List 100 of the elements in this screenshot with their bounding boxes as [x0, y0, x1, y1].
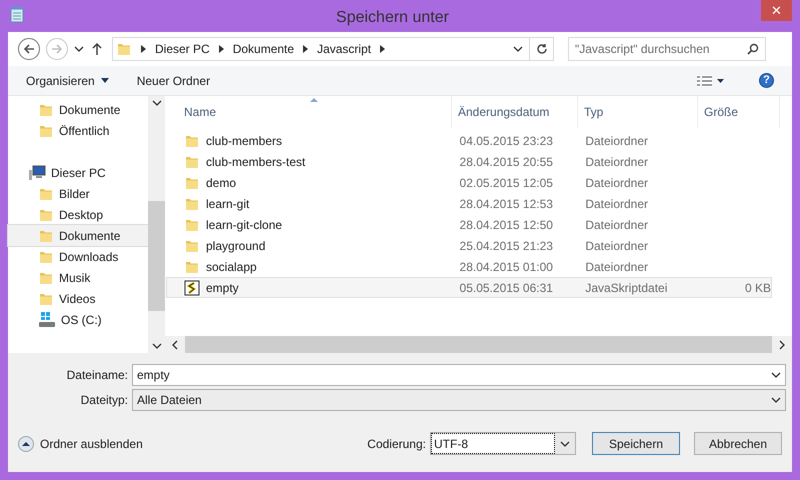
file-row[interactable]: playground 25.04.2015 21:23 Dateiordner — [166, 235, 772, 256]
file-type: Dateiordner — [584, 216, 650, 234]
file-type: Dateiordner — [584, 238, 650, 254]
caret-icon — [100, 78, 109, 83]
sidebar-label: Videos — [59, 290, 96, 308]
refresh-icon[interactable] — [536, 43, 548, 55]
sidebar-label: Dokumente — [59, 228, 120, 244]
back-button[interactable] — [18, 38, 40, 60]
right-arrow-icon — [51, 44, 63, 54]
sidebar-item[interactable]: OS (C:) — [8, 309, 148, 330]
file-type: JavaSkriptdatei — [584, 280, 668, 296]
filename-value: empty — [137, 366, 171, 384]
file-row[interactable]: club-members-test 28.04.2015 20:55 Dateiordner — [166, 151, 772, 172]
filetype-label: Dateityp: — [80, 392, 129, 408]
filename-field[interactable]: empty — [132, 364, 786, 386]
file-row[interactable]: learn-git 28.04.2015 12:53 Dateiordner — [166, 193, 772, 214]
file-type: Dateiordner — [584, 258, 650, 276]
search-field[interactable]: "Javascript" durchsuchen — [568, 37, 766, 61]
scroll-right-icon — [779, 340, 785, 350]
sidebar-label: Musik — [59, 270, 90, 286]
sidebar-item[interactable]: Desktop — [8, 204, 148, 225]
dropdown-caret-icon — [771, 396, 781, 402]
sidebar-label: Dokumente — [59, 102, 120, 118]
save-button[interactable]: Speichern — [592, 432, 680, 455]
breadcrumb-item[interactable]: Javascript — [317, 40, 372, 58]
scroll-left-icon — [172, 340, 178, 350]
file-name: learn-git-clone — [206, 216, 282, 234]
file-name: club-members-test — [206, 154, 306, 170]
breadcrumb-item[interactable]: Dokumente — [232, 40, 294, 58]
file-row[interactable]: demo 02.05.2015 12:05 Dateiordner — [166, 172, 772, 193]
modified-date: 02.05.2015 12:05 — [458, 174, 554, 192]
recent-locations-icon — [74, 46, 84, 52]
address-history-icon — [513, 46, 523, 52]
hide-folders-button[interactable]: Ordner ausblenden — [18, 434, 143, 452]
script-file-icon — [184, 280, 200, 296]
horizontal-scrollbar[interactable] — [165, 336, 792, 353]
breadcrumb-arrow-icon — [141, 45, 146, 53]
file-type: Dateiordner — [584, 154, 650, 170]
sidebar-item[interactable]: Dokumente — [8, 225, 148, 246]
sidebar-item[interactable]: Bilder — [8, 183, 148, 204]
sidebar-label: Downloads — [59, 248, 118, 266]
sidebar-item[interactable]: Dokumente — [8, 99, 148, 120]
drive-icon — [38, 312, 56, 328]
organize-button[interactable]: Organisieren — [26, 72, 109, 90]
modified-date: 04.05.2015 23:23 — [458, 132, 554, 150]
sort-ascending-icon — [310, 98, 318, 102]
modified-date: 05.05.2015 06:31 — [458, 280, 554, 296]
search-icon — [747, 43, 759, 55]
file-size: 0 KB — [744, 280, 771, 294]
breadcrumb-item[interactable]: Dieser PC — [155, 40, 210, 58]
vertical-scrollbar[interactable] — [148, 96, 165, 353]
file-name: club-members — [206, 132, 282, 150]
column-header[interactable]: Typ — [578, 96, 698, 128]
modified-date: 28.04.2015 01:00 — [458, 258, 554, 276]
sidebar-item[interactable]: Videos — [8, 288, 148, 309]
filetype-dropdown[interactable]: Alle Dateien — [132, 388, 786, 410]
address-bar[interactable]: Dieser PC Dokumente Javascript — [112, 37, 554, 61]
cancel-button[interactable]: Abbrechen — [694, 432, 782, 455]
column-header[interactable]: Änderungsdatum — [452, 96, 578, 128]
close-button[interactable]: ✕ — [761, 0, 792, 21]
view-options-icon[interactable] — [697, 76, 725, 86]
sidebar-label: Dieser PC — [51, 164, 106, 182]
sidebar-label: Bilder — [59, 186, 90, 202]
help-button[interactable]: ? — [759, 73, 774, 88]
sidebar-item[interactable]: Dieser PC — [8, 162, 148, 183]
computer-icon — [28, 164, 46, 180]
search-placeholder: "Javascript" durchsuchen — [575, 41, 711, 58]
breadcrumb-arrow-icon — [380, 45, 386, 53]
sidebar-item[interactable]: Öffentlich — [8, 120, 148, 141]
file-row[interactable]: socialapp 28.04.2015 01:00 Dateiordner — [166, 256, 772, 277]
file-type: Dateiordner — [584, 196, 650, 212]
dropdown-caret-icon — [560, 440, 570, 446]
modified-date: 28.04.2015 12:53 — [458, 196, 554, 212]
breadcrumb-arrow-icon — [303, 45, 308, 53]
encoding-label: Codierung: — [367, 436, 426, 452]
dropdown-caret-icon — [771, 372, 781, 378]
sidebar-item[interactable]: Musik — [8, 267, 148, 288]
encoding-dropdown[interactable]: UTF-8 — [430, 432, 576, 455]
new-folder-button[interactable]: Neuer Ordner — [136, 72, 210, 90]
window-title: Speichern unter — [335, 8, 450, 28]
notepad-icon — [10, 7, 24, 23]
file-name: learn-git — [206, 196, 250, 212]
column-header[interactable]: Größe — [698, 96, 780, 128]
up-arrow-icon[interactable] — [92, 43, 102, 55]
collapse-icon — [18, 436, 34, 452]
file-row[interactable]: learn-git-clone 28.04.2015 12:50 Dateiordner — [166, 214, 772, 235]
breadcrumb-arrow-icon — [218, 45, 224, 53]
folder-icon — [116, 41, 132, 57]
file-name: empty — [206, 280, 239, 296]
left-arrow-icon — [23, 44, 35, 54]
sidebar-label: Öffentlich — [59, 122, 110, 140]
file-type: Dateiordner — [584, 132, 650, 150]
sidebar-item[interactable]: Downloads — [8, 246, 148, 267]
file-name: playground — [206, 238, 266, 254]
column-header[interactable]: Name — [165, 96, 452, 128]
sidebar-label: OS (C:) — [61, 312, 102, 328]
file-row[interactable]: club-members 04.05.2015 23:23 Dateiordner — [166, 130, 772, 151]
file-name: socialapp — [206, 258, 257, 276]
filename-label: Dateiname: — [66, 366, 129, 384]
file-row[interactable]: empty 05.05.2015 06:31 JavaSkriptdatei 0 KB — [166, 277, 772, 298]
